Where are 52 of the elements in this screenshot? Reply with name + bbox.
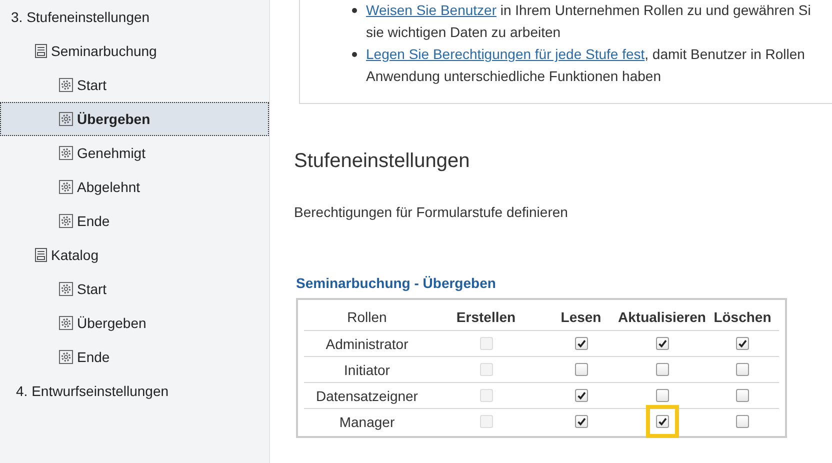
column-header: Lesen — [560, 308, 602, 324]
bullet-text: Weisen Sie Benutzer in Ihrem Unternehmen Rollen zu und gewähren Si sie wichtigen Daten zu arbeiten — [366, 1, 811, 42]
checkbox[interactable] — [656, 415, 668, 428]
tree-item[interactable]: Start — [0, 68, 269, 102]
tree-item[interactable]: Genehmigt — [0, 136, 269, 170]
bullet-icon — [352, 52, 357, 57]
role-cell: Initiator — [344, 362, 390, 378]
gear-icon — [59, 214, 73, 228]
checkbox[interactable] — [656, 389, 668, 402]
gear-icon — [59, 316, 73, 330]
gear-icon — [59, 112, 73, 126]
column-header: Rollen — [347, 308, 387, 324]
checkbox[interactable] — [736, 389, 749, 402]
checkbox[interactable] — [656, 363, 668, 376]
section-title: Stufeneinstellungen — [294, 150, 471, 173]
checkbox[interactable] — [736, 337, 749, 350]
tree-item[interactable]: Seminarbuchung — [0, 34, 269, 68]
checkbox[interactable] — [574, 389, 588, 402]
link[interactable]: Weisen Sie Benutzer — [366, 2, 496, 18]
role-cell: Administrator — [326, 336, 408, 352]
checkbox[interactable] — [574, 415, 588, 428]
gear-icon — [59, 350, 73, 364]
column-header: Aktualisieren — [618, 308, 706, 324]
bullet-icon — [352, 8, 357, 13]
form-icon — [35, 44, 47, 58]
link[interactable]: Legen Sie Berechtigungen für jede Stufe fest — [366, 46, 645, 62]
table-title: Seminarbuchung - Übergeben — [296, 275, 497, 291]
gear-icon — [59, 146, 73, 160]
checkbox[interactable] — [574, 337, 588, 350]
tree-item[interactable]: Ende — [0, 204, 269, 238]
bullet-text: Legen Sie Berechtigungen für jede Stufe fest, damit Benutzer in Rollen Anwendung unterschiedliche Funktionen haben — [366, 45, 805, 86]
checkbox[interactable] — [736, 415, 749, 428]
checkbox[interactable] — [736, 363, 749, 376]
tree-item[interactable]: Katalog — [0, 238, 269, 272]
column-header: Erstellen — [456, 308, 516, 324]
section-description: Berechtigungen für Formularstufe definieren — [294, 204, 569, 220]
tree-item[interactable]: Ende — [0, 340, 269, 374]
checkbox[interactable] — [656, 337, 668, 350]
checkbox[interactable] — [574, 363, 588, 376]
tree-item[interactable]: 3. Stufeneinstellungen — [0, 0, 269, 34]
tree-item[interactable]: Abgelehnt — [0, 170, 269, 204]
role-cell: Manager — [339, 414, 395, 430]
tree-item[interactable]: Übergeben — [0, 306, 269, 340]
gear-icon — [59, 282, 73, 296]
tree-item[interactable]: Start — [0, 272, 269, 306]
role-cell: Datensatzeigner — [316, 388, 418, 404]
form-icon — [35, 248, 47, 262]
tree-item[interactable]: Übergeben — [0, 102, 269, 136]
gear-icon — [59, 78, 73, 92]
gear-icon — [59, 180, 73, 194]
tree-item[interactable]: 4. Entwurfseinstellungen — [0, 374, 269, 408]
column-header: Löschen — [714, 308, 772, 324]
